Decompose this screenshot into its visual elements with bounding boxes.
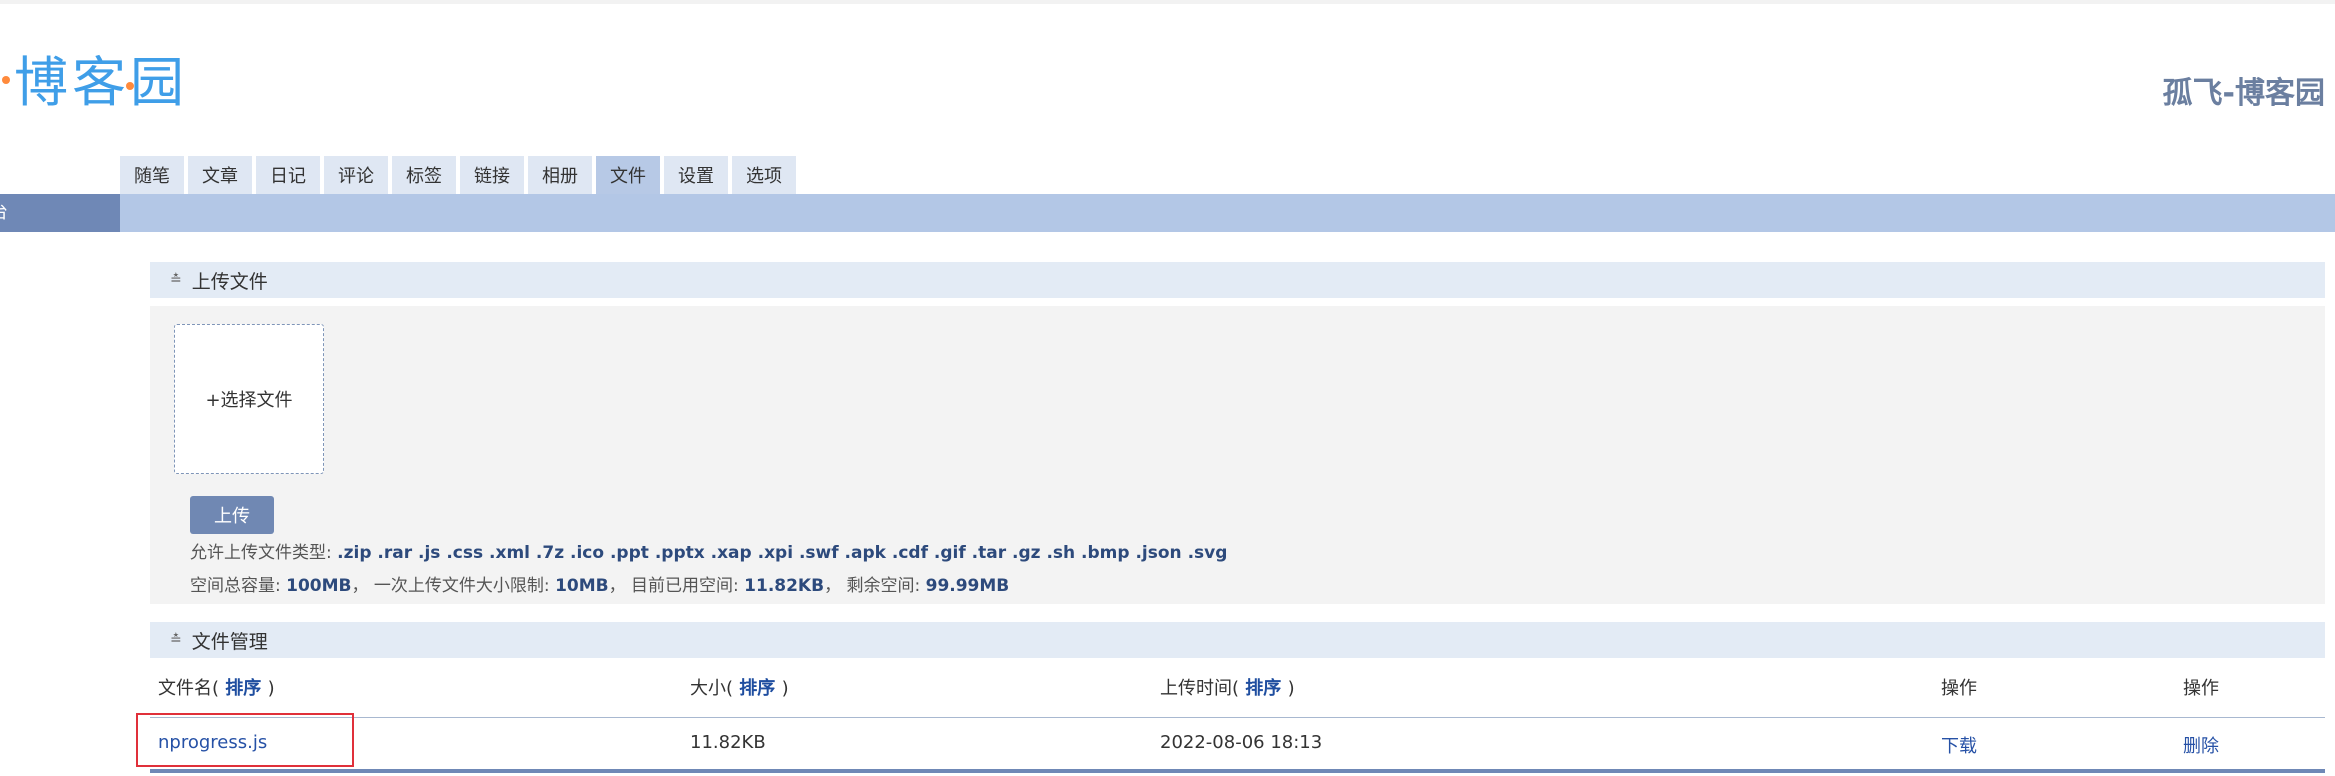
site-title[interactable]: 孤飞-博客园 (2163, 68, 2325, 112)
logo-text: 博客园 (14, 50, 188, 114)
used-space-label: ， 目前已用空间: (608, 576, 745, 596)
logo-dot-icon (2, 76, 10, 84)
allowed-types-value: .zip .rar .js .css .xml .7z .ico .ppt .p… (337, 543, 1228, 563)
tab-options[interactable]: 选项 (732, 156, 796, 194)
upload-section-title: 上传文件 (191, 270, 268, 293)
column-header-suffix: ) (1287, 678, 1295, 699)
column-header-suffix: ) (267, 678, 275, 699)
used-space-value: 11.82KB (744, 576, 825, 596)
total-space-label: 空间总容量: (190, 576, 287, 596)
cnblogs-logo[interactable]: 博客园 (14, 46, 188, 114)
tab-links[interactable]: 链接 (460, 156, 524, 194)
column-header-suffix: ) (781, 678, 789, 699)
single-limit-label: ， 一次上传文件大小限制: (351, 576, 556, 596)
tab-comments[interactable]: 评论 (324, 156, 388, 194)
choose-file-label: +选择文件 (205, 390, 293, 411)
sort-by-time-link[interactable]: 排序 (1239, 678, 1288, 699)
column-header-label: 文件名( (158, 678, 220, 699)
top-border (0, 0, 2335, 4)
choose-file-dropzone[interactable]: +选择文件 (174, 324, 324, 474)
column-header-upload-time: 上传时间( 排序 ) (1160, 674, 1295, 700)
column-header-label: 大小( (690, 678, 734, 699)
column-header-action-download: 操作 (1941, 678, 1977, 699)
tab-articles[interactable]: 文章 (188, 156, 252, 194)
table-divider (150, 717, 2325, 718)
column-header-size: 大小( 排序 ) (690, 674, 789, 700)
subnav-band (120, 194, 2335, 232)
download-link[interactable]: 下载 (1941, 732, 1977, 758)
remaining-space-value: 99.99MB (925, 576, 1010, 596)
sidebar-item-dashboard[interactable]: 台 (0, 194, 120, 232)
sidebar-item-label: 台 (0, 202, 8, 223)
collapse-chevron-icon: ≛ (170, 272, 182, 288)
upload-button[interactable]: 上传 (190, 496, 274, 534)
column-header-filename: 文件名( 排序 ) (158, 674, 275, 700)
remaining-space-label: ， 剩余空间: (824, 576, 926, 596)
logo-dot-icon (126, 82, 134, 90)
allowed-types-line: 允许上传文件类型: .zip .rar .js .css .xml .7z .i… (190, 538, 1227, 563)
file-manage-section-title: 文件管理 (191, 630, 268, 653)
space-info-line: 空间总容量: 100MB， 一次上传文件大小限制: 10MB， 目前已用空间: … (190, 571, 1009, 596)
sort-by-size-link[interactable]: 排序 (733, 678, 782, 699)
tab-diary[interactable]: 日记 (256, 156, 320, 194)
highlight-annotation-box (136, 713, 354, 767)
column-header-label: 上传时间( (1160, 678, 1240, 699)
column-header-action-delete: 操作 (2183, 678, 2219, 699)
file-manage-section-header[interactable]: ≛ 文件管理 (150, 622, 2325, 658)
table-bottom-border (150, 769, 2325, 773)
main-tabs: 随笔 文章 日记 评论 标签 链接 相册 文件 设置 选项 (120, 156, 796, 194)
total-space-value: 100MB (286, 576, 352, 596)
upload-section-header[interactable]: ≛ 上传文件 (150, 262, 2325, 298)
allowed-types-label: 允许上传文件类型: (190, 543, 338, 563)
file-upload-time: 2022-08-06 18:13 (1160, 732, 1323, 753)
delete-link[interactable]: 删除 (2183, 732, 2219, 758)
tab-posts[interactable]: 随笔 (120, 156, 184, 194)
single-limit-value: 10MB (555, 576, 609, 596)
tab-albums[interactable]: 相册 (528, 156, 592, 194)
file-size: 11.82KB (690, 732, 766, 753)
sort-by-name-link[interactable]: 排序 (219, 678, 268, 699)
tab-files[interactable]: 文件 (596, 156, 660, 194)
tab-settings[interactable]: 设置 (664, 156, 728, 194)
collapse-chevron-icon: ≛ (170, 632, 182, 648)
tab-tags[interactable]: 标签 (392, 156, 456, 194)
